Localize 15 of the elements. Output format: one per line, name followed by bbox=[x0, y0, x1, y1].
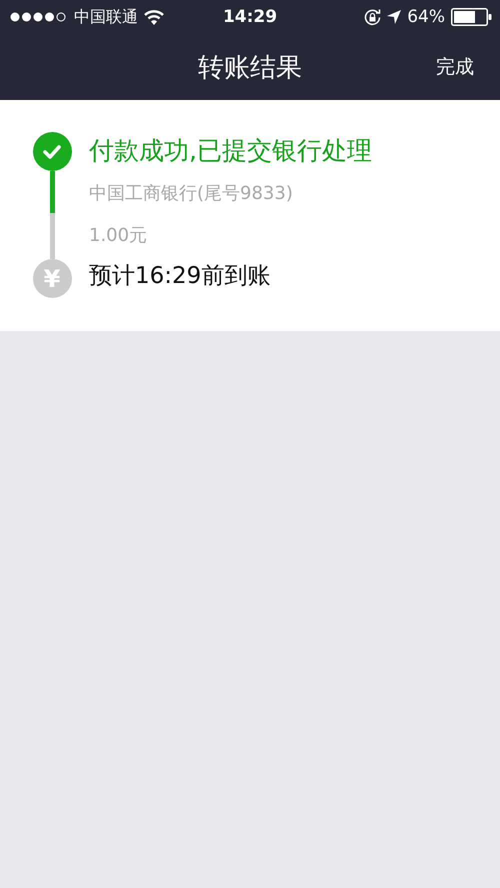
page-title: 转账结果 bbox=[198, 52, 302, 84]
rotation-lock-icon bbox=[364, 8, 382, 26]
step-detail: 1.00元 bbox=[89, 224, 148, 248]
step-title: 付款成功,已提交银行处理 bbox=[89, 135, 372, 167]
battery-percent: 64% bbox=[407, 7, 445, 27]
battery-icon bbox=[451, 8, 492, 26]
signal-icon bbox=[10, 12, 68, 22]
wifi-icon bbox=[144, 10, 164, 24]
status-time: 14:29 bbox=[222, 7, 278, 27]
step-title: 预计16:29前到账 bbox=[89, 262, 272, 291]
carrier-name: 中国联通 bbox=[74, 6, 138, 28]
location-arrow-icon bbox=[387, 10, 402, 24]
yen-icon: ¥ bbox=[32, 259, 72, 298]
done-button[interactable]: 完成 bbox=[432, 52, 478, 82]
step-detail: 中国工商银行(尾号9833) bbox=[89, 182, 294, 206]
